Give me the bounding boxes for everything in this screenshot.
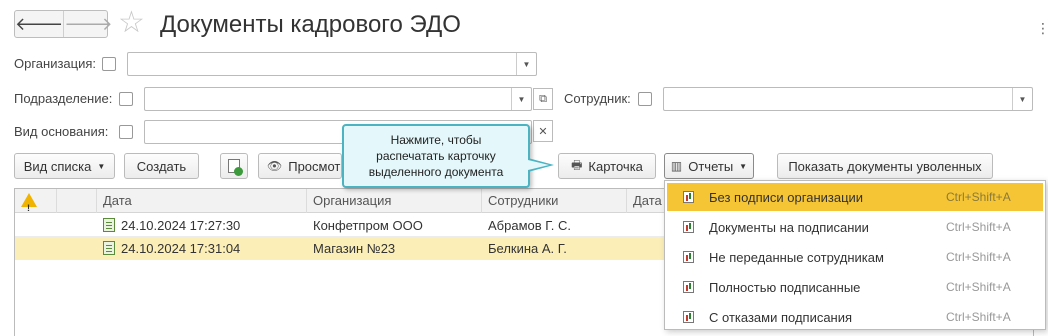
organization-checkbox[interactable] [102,57,116,71]
menu-item-label: Полностью подписанные [709,279,861,295]
employees-column-header[interactable]: Сотрудники [482,189,627,213]
create-button[interactable]: Создать [124,153,199,179]
preview-button[interactable]: 👁 Просмотр [258,153,342,179]
department-field[interactable]: ▼ [144,87,532,111]
chevron-down-icon[interactable]: ▼ [1012,88,1032,110]
chevron-down-icon[interactable]: ▼ [516,53,536,75]
card-button[interactable]: 🖶 Карточка [558,153,656,179]
clear-icon[interactable]: ✕ [533,120,553,142]
menu-item-label: С отказами подписания [709,309,853,325]
menu-item-label: Не переданные сотрудникам [709,249,884,265]
basis-type-checkbox[interactable] [119,125,133,139]
employee-checkbox[interactable] [638,92,652,106]
tooltip-callout: Нажмите, чтобы распечатать карточку выде… [342,124,530,188]
document-icon [103,241,115,255]
menu-item-shortcut: Ctrl+Shift+A [946,310,1011,324]
report-icon: ▥ [670,159,683,173]
add-document-button[interactable] [220,153,248,179]
menu-item-shortcut: Ctrl+Shift+A [946,250,1011,264]
date-value: 24.10.2024 17:31:04 [121,241,241,256]
employee-field[interactable]: ▼ [663,87,1033,111]
view-list-label: Вид списка [23,158,92,174]
reports-menu: Без подписи организации Ctrl+Shift+A Док… [664,180,1046,330]
date-value: 24.10.2024 17:27:30 [121,218,241,233]
add-document-icon [228,159,243,176]
menu-item-documents-on-signing[interactable]: Документы на подписании Ctrl+Shift+A [667,213,1043,241]
date-cell: 24.10.2024 17:27:30 [97,214,307,237]
employee-label: Сотрудник: [564,91,631,106]
organization-cell: Магазин №23 [313,241,396,256]
menu-item-label: Без подписи организации [709,189,864,205]
menu-item-with-refusals[interactable]: С отказами подписания Ctrl+Shift+A [667,303,1043,331]
menu-item-fully-signed[interactable]: Полностью подписанные Ctrl+Shift+A [667,273,1043,301]
organization-cell: Конфетпром ООО [313,218,423,233]
menu-item-shortcut: Ctrl+Shift+A [946,220,1011,234]
basis-type-label: Вид основания: [14,124,109,139]
reports-button[interactable]: ▥ Отчеты ▼ [664,153,754,179]
chevron-down-icon: ▼ [97,161,106,171]
employees-cell: Белкина А. Г. [488,241,567,256]
favorite-star-icon[interactable]: ☆ [118,8,145,38]
open-icon[interactable]: ⧉ [533,88,553,110]
preview-label: Просмотр [288,158,342,174]
reports-label: Отчеты [688,158,734,174]
report-icon [683,191,694,203]
report-icon [683,251,694,263]
view-list-button[interactable]: Вид списка ▼ [14,153,115,179]
menu-item-without-org-signature[interactable]: Без подписи организации Ctrl+Shift+A [667,183,1043,211]
more-menu-icon[interactable]: ⋮ [1036,20,1048,37]
menu-item-label: Документы на подписании [709,219,869,235]
page-title: Документы кадрового ЭДО [160,11,461,38]
document-icon [103,218,115,232]
report-icon [683,221,694,233]
printer-icon: 🖶 [571,157,583,172]
department-label: Подразделение: [14,91,113,106]
chevron-down-icon[interactable]: ▼ [511,88,531,110]
organization-column-header[interactable]: Организация [307,189,482,213]
menu-item-shortcut: Ctrl+Shift+A [946,280,1011,294]
employees-cell: Абрамов Г. С. [488,218,571,233]
report-icon [683,281,694,293]
eye-icon: 👁 [267,159,283,173]
department-checkbox[interactable] [119,92,133,106]
tooltip-arrow-inner [528,160,549,170]
nav-group: 🡐 🡒 [14,10,113,38]
organization-field[interactable]: ▼ [127,52,537,76]
chevron-down-icon: ▼ [739,161,748,171]
back-button[interactable]: 🡐 [15,11,63,37]
card-label: Карточка [588,158,643,174]
warning-column-header[interactable]: ! [15,189,57,213]
report-icon [683,311,694,323]
menu-item-shortcut: Ctrl+Shift+A [946,190,1011,204]
icon-column-header[interactable] [57,189,97,213]
show-dismissed-button[interactable]: Показать документы уволенных [777,153,993,179]
forward-button[interactable]: 🡒 [63,11,113,37]
date-cell: 24.10.2024 17:31:04 [97,237,307,260]
warning-icon-mark: ! [27,203,30,213]
menu-item-not-sent-to-employees[interactable]: Не переданные сотрудникам Ctrl+Shift+A [667,243,1043,271]
organization-label: Организация: [14,56,97,71]
date-column-header[interactable]: Дата [97,189,307,213]
